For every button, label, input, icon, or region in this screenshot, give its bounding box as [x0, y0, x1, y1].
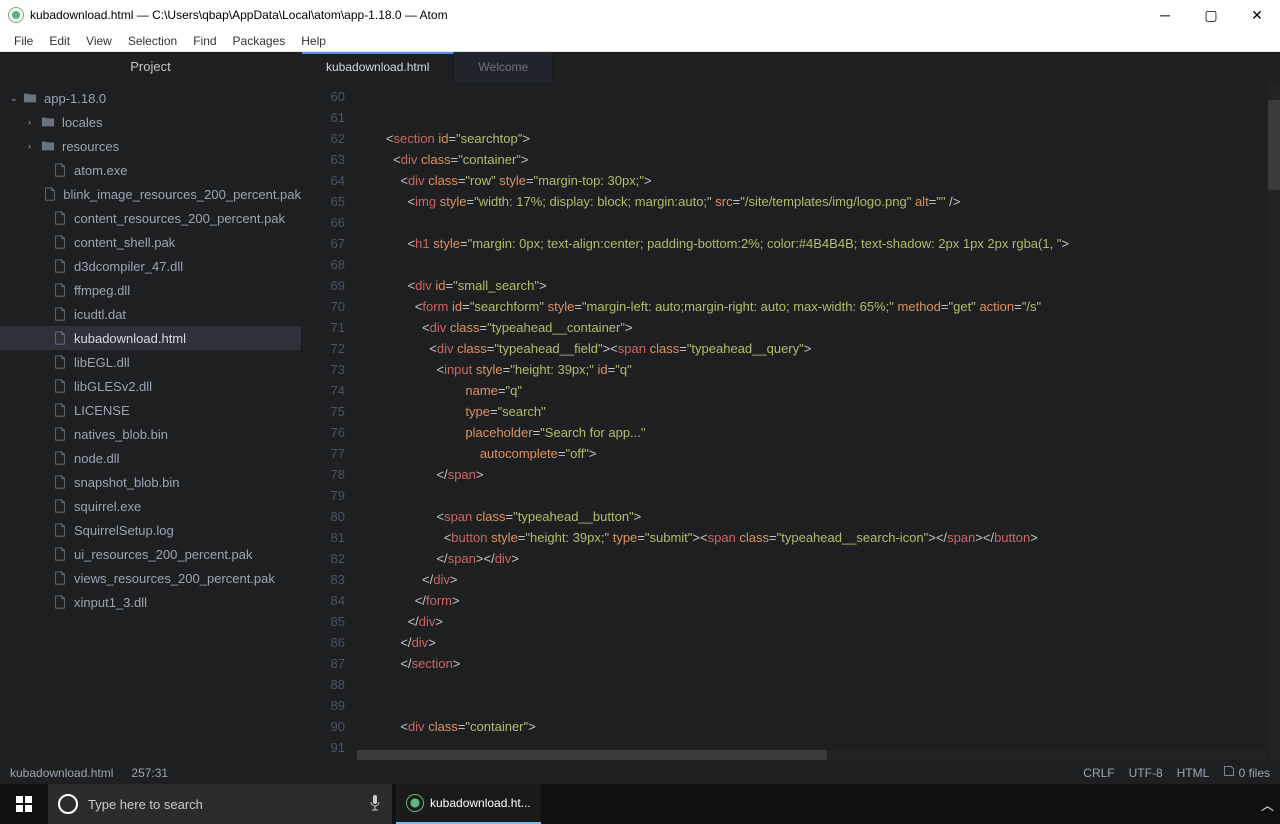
status-bar: kubadownload.html 257:31 CRLF UTF-8 HTML… — [0, 760, 1280, 784]
menu-packages[interactable]: Packages — [225, 34, 294, 48]
tree-item-d3dcompiler-47-dll[interactable]: d3dcompiler_47.dll — [0, 254, 301, 278]
file-icon — [52, 163, 68, 177]
editor-area: kubadownload.htmlWelcome 606162636465666… — [302, 52, 1280, 760]
system-tray[interactable]: ︿ — [1261, 795, 1274, 814]
tab-bar: kubadownload.htmlWelcome — [302, 52, 1280, 82]
window-titlebar: kubadownload.html — C:\Users\qbap\AppDat… — [0, 0, 1280, 30]
start-button[interactable] — [0, 784, 48, 824]
file-icon — [52, 595, 68, 609]
status-git[interactable]: 0 files — [1223, 765, 1270, 780]
atom-icon — [406, 794, 424, 812]
search-placeholder: Type here to search — [88, 797, 203, 812]
project-sidebar: Project ⌄app-1.18.0›locales›resourcesato… — [0, 52, 302, 760]
file-icon — [52, 571, 68, 585]
menu-help[interactable]: Help — [293, 34, 334, 48]
tree-item-snapshot-blob-bin[interactable]: snapshot_blob.bin — [0, 470, 301, 494]
file-icon — [52, 283, 68, 297]
tree-item-views-resources-200-percent-pak[interactable]: views_resources_200_percent.pak — [0, 566, 301, 590]
menu-selection[interactable]: Selection — [120, 34, 185, 48]
file-icon — [52, 331, 68, 345]
status-encoding[interactable]: UTF-8 — [1129, 766, 1163, 780]
status-eol[interactable]: CRLF — [1083, 766, 1114, 780]
atom-icon — [8, 7, 24, 23]
file-icon — [52, 259, 68, 273]
file-icon — [52, 451, 68, 465]
tree-item-node-dll[interactable]: node.dll — [0, 446, 301, 470]
menubar: FileEditViewSelectionFindPackagesHelp — [0, 30, 1280, 52]
file-icon — [52, 523, 68, 537]
tree-item-content-resources-200-percent-pak[interactable]: content_resources_200_percent.pak — [0, 206, 301, 230]
tree-item-ffmpeg-dll[interactable]: ffmpeg.dll — [0, 278, 301, 302]
tab-welcome[interactable]: Welcome — [454, 52, 553, 82]
tree-item-atom-exe[interactable]: atom.exe — [0, 158, 301, 182]
tree-item-icudtl-dat[interactable]: icudtl.dat — [0, 302, 301, 326]
status-file[interactable]: kubadownload.html — [10, 766, 113, 780]
menu-file[interactable]: File — [6, 34, 41, 48]
window-title: kubadownload.html — C:\Users\qbap\AppDat… — [30, 8, 448, 22]
tree-item-xinput1-3-dll[interactable]: xinput1_3.dll — [0, 590, 301, 614]
minimize-button[interactable]: ─ — [1142, 0, 1188, 30]
file-icon — [52, 379, 68, 393]
folder-icon — [40, 115, 56, 129]
chevron-icon: › — [28, 117, 40, 127]
status-language[interactable]: HTML — [1177, 766, 1210, 780]
close-button[interactable]: ✕ — [1234, 0, 1280, 30]
file-icon — [52, 499, 68, 513]
cortana-icon — [58, 794, 78, 814]
tree-item-natives-blob-bin[interactable]: natives_blob.bin — [0, 422, 301, 446]
code-editor[interactable]: <section id="searchtop"> <div class="con… — [357, 82, 1280, 760]
status-cursor-position[interactable]: 257:31 — [131, 766, 168, 780]
chevron-icon: › — [28, 141, 40, 151]
taskbar-search[interactable]: Type here to search — [48, 784, 392, 824]
file-icon — [52, 307, 68, 321]
scrollbar-thumb[interactable] — [357, 750, 827, 760]
microphone-icon[interactable] — [368, 794, 382, 815]
file-icon — [52, 427, 68, 441]
file-icon — [52, 547, 68, 561]
tree-item-ui-resources-200-percent-pak[interactable]: ui_resources_200_percent.pak — [0, 542, 301, 566]
tree-item-libegl-dll[interactable]: libEGL.dll — [0, 350, 301, 374]
tab-kubadownload-html[interactable]: kubadownload.html — [302, 52, 454, 82]
tray-chevron-icon[interactable]: ︿ — [1261, 795, 1274, 814]
taskbar-app-atom[interactable]: kubadownload.ht... — [396, 784, 541, 824]
scrollbar-thumb[interactable] — [1268, 100, 1280, 190]
tree-item-content-shell-pak[interactable]: content_shell.pak — [0, 230, 301, 254]
horizontal-scrollbar[interactable] — [357, 750, 1266, 760]
menu-find[interactable]: Find — [185, 34, 224, 48]
folder-icon — [22, 91, 38, 105]
tree-item-license[interactable]: LICENSE — [0, 398, 301, 422]
tree-item-squirrelsetup-log[interactable]: SquirrelSetup.log — [0, 518, 301, 542]
windows-taskbar: Type here to search kubadownload.ht... ︿ — [0, 784, 1280, 824]
maximize-button[interactable]: ▢ — [1188, 0, 1234, 30]
file-icon — [52, 355, 68, 369]
tree-item-app-1-18-0[interactable]: ⌄app-1.18.0 — [0, 86, 301, 110]
file-icon — [52, 403, 68, 417]
project-header: Project — [0, 52, 301, 82]
tree-item-blink-image-resources-200-percent-pak[interactable]: blink_image_resources_200_percent.pak — [0, 182, 301, 206]
tree-item-locales[interactable]: ›locales — [0, 110, 301, 134]
menu-edit[interactable]: Edit — [41, 34, 78, 48]
menu-view[interactable]: View — [78, 34, 120, 48]
file-icon — [52, 211, 68, 225]
tree-item-libglesv2-dll[interactable]: libGLESv2.dll — [0, 374, 301, 398]
tree-item-kubadownload-html[interactable]: kubadownload.html — [0, 326, 301, 350]
line-gutter: 6061626364656667686970717273747576777879… — [302, 82, 357, 760]
tree-item-squirrel-exe[interactable]: squirrel.exe — [0, 494, 301, 518]
vertical-scrollbar[interactable] — [1268, 82, 1280, 760]
folder-icon — [40, 139, 56, 153]
file-icon — [52, 475, 68, 489]
tree-item-resources[interactable]: ›resources — [0, 134, 301, 158]
file-icon — [52, 235, 68, 249]
git-icon — [1223, 765, 1235, 777]
chevron-icon: ⌄ — [10, 93, 22, 104]
file-icon — [43, 187, 57, 201]
